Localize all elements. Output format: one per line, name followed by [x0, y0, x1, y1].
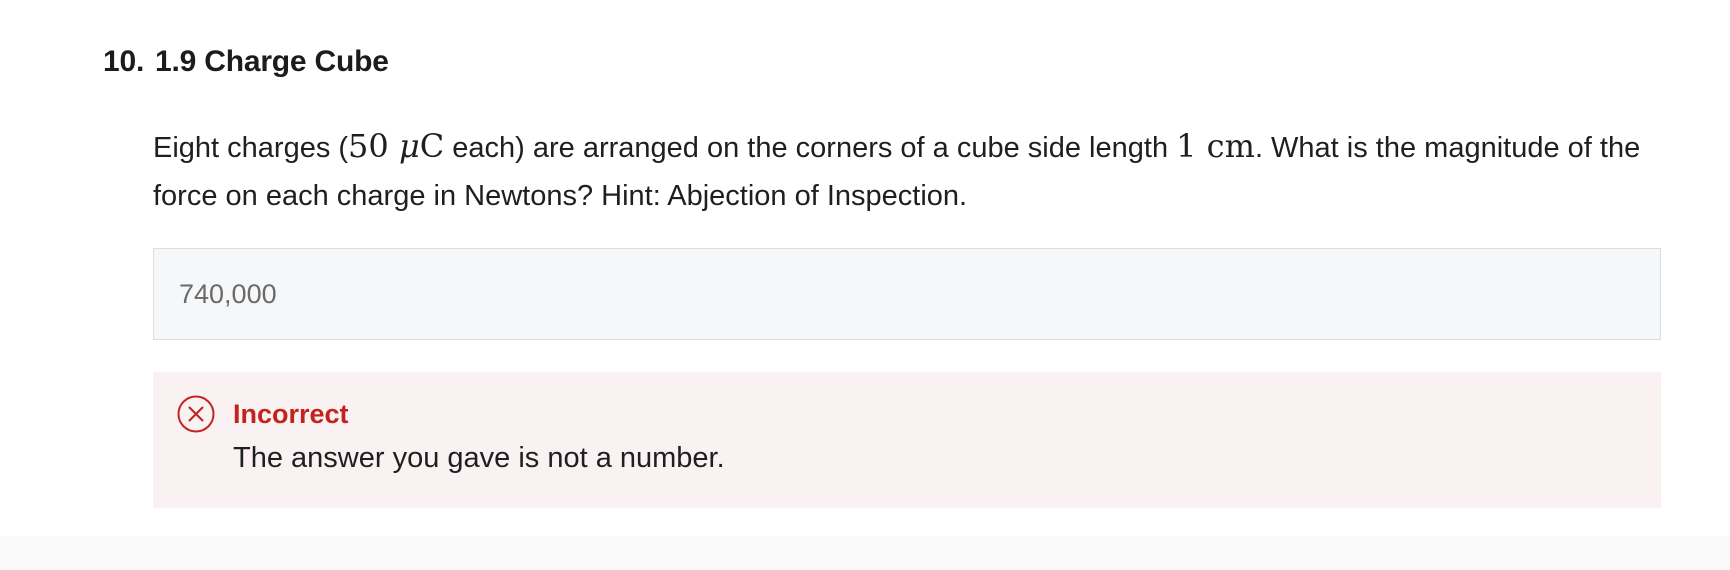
- question-prompt: Eight charges (50 μC each) are arranged …: [153, 122, 1673, 220]
- question-card: 10. 1.9 Charge Cube Eight charges (50 μC…: [103, 38, 1673, 508]
- question-title: 1.9 Charge Cube: [155, 45, 389, 78]
- question-body: Eight charges (50 μC each) are arranged …: [153, 122, 1673, 508]
- question-number: 10.: [103, 45, 145, 78]
- charge-math: 50 μC: [348, 127, 444, 165]
- page: 10. 1.9 Charge Cube Eight charges (50 μC…: [0, 0, 1730, 570]
- bottom-shade: [0, 536, 1730, 570]
- length-value: 1: [1176, 127, 1197, 165]
- answer-value: 740,000: [179, 278, 277, 309]
- feedback-status: Incorrect: [233, 399, 349, 429]
- answer-input[interactable]: 740,000: [153, 248, 1661, 340]
- x-circle-icon: [177, 395, 215, 433]
- question-heading: 10. 1.9 Charge Cube: [103, 38, 1673, 86]
- charge-unit-prefix: μ: [398, 127, 420, 165]
- length-math: 1 cm: [1176, 127, 1255, 165]
- feedback-panel: Incorrect The answer you gave is not a n…: [153, 372, 1661, 508]
- prompt-text-1: Eight charges (: [153, 132, 349, 164]
- charge-unit: C: [419, 127, 445, 165]
- prompt-text-2: each) are arranged on the corners of a c…: [444, 132, 1177, 164]
- length-unit: cm: [1206, 127, 1255, 165]
- feedback-message: The answer you gave is not a number.: [233, 442, 725, 474]
- charge-value: 50: [348, 127, 389, 165]
